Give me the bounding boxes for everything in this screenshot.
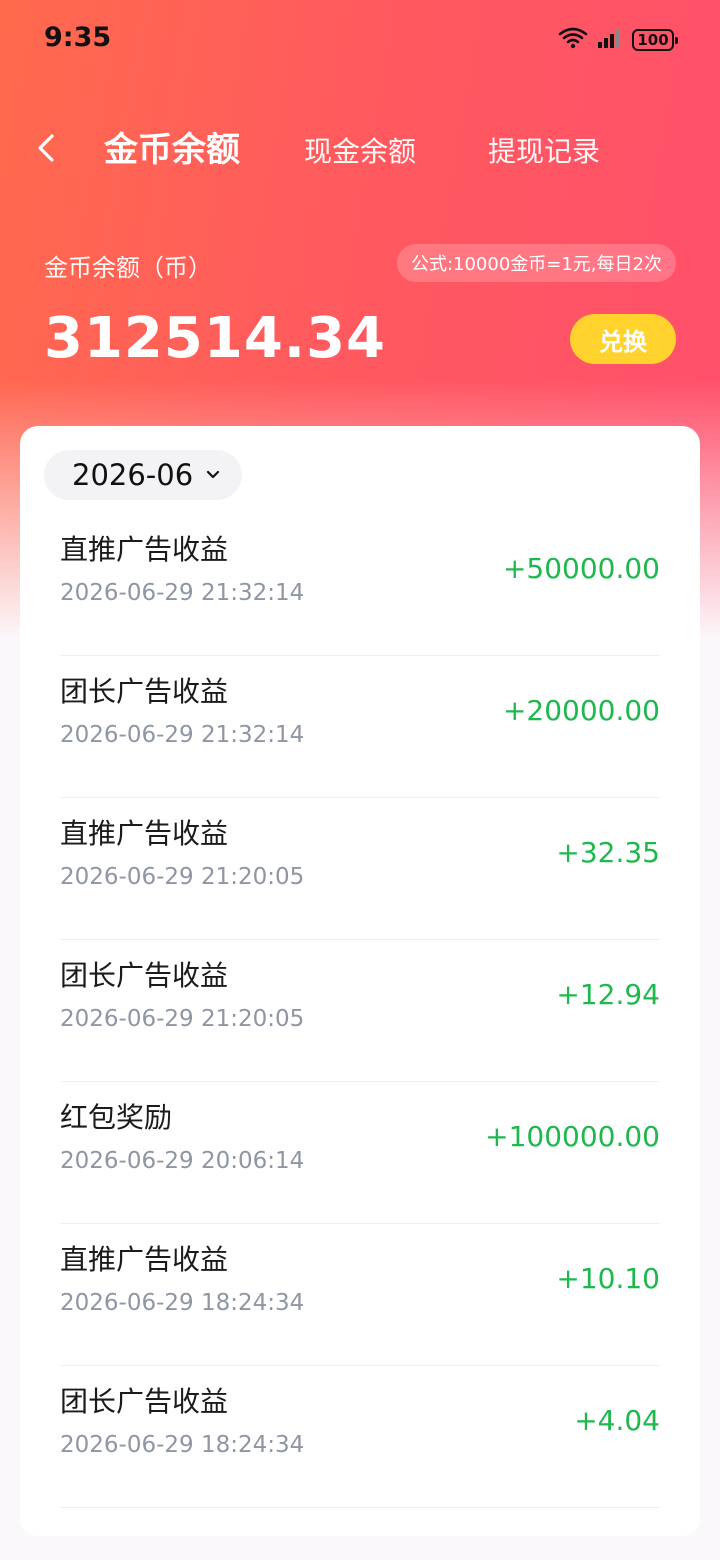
exchange-button[interactable]: 兑换 bbox=[570, 314, 676, 364]
record-title: 红包奖励 bbox=[60, 1101, 173, 1134]
record-amount: +12.94 bbox=[556, 978, 660, 1011]
list-item[interactable]: 团长广告收益 2026-06-29 21:32:14 +20000.00 bbox=[60, 656, 660, 798]
record-amount: +100000.00 bbox=[485, 1120, 660, 1153]
battery-level: 100 bbox=[637, 30, 669, 49]
record-time: 2026-06-29 18:24:34 bbox=[60, 1432, 305, 1458]
record-time: 2026-06-29 21:32:14 bbox=[60, 722, 305, 748]
signal-icon bbox=[596, 26, 624, 54]
balance-label: 金币余额（币） bbox=[44, 254, 212, 282]
record-amount: +32.35 bbox=[556, 836, 660, 869]
record-time: 2026-06-29 21:20:05 bbox=[60, 864, 305, 890]
month-value: 2026-06 bbox=[72, 458, 194, 492]
record-title: 直推广告收益 bbox=[60, 1243, 229, 1276]
record-time: 2026-06-29 21:32:14 bbox=[60, 580, 305, 606]
record-title: 直推广告收益 bbox=[60, 533, 229, 566]
list-item[interactable]: 直推广告收益 2026-06-29 21:32:14 +50000.00 bbox=[60, 514, 660, 656]
list-item[interactable]: 直推广告收益 2026-06-29 18:24:34 +10.10 bbox=[60, 1224, 660, 1366]
record-title: 直推广告收益 bbox=[60, 817, 229, 850]
balance-value: 312514.34 bbox=[44, 306, 386, 371]
status-icons: 100 bbox=[558, 26, 678, 54]
formula-badge: 公式:10000金币=1元,每日2次 bbox=[396, 244, 676, 282]
list-item[interactable]: 团长广告收益 2026-06-29 21:20:05 +12.94 bbox=[60, 940, 660, 1082]
record-amount: +10.10 bbox=[556, 1262, 660, 1295]
record-title: 团长广告收益 bbox=[60, 675, 229, 708]
records-list: 直推广告收益 2026-06-29 21:32:14 +50000.00 团长广… bbox=[60, 514, 660, 1508]
top-nav: 金币余额 现金余额 提现记录 bbox=[0, 110, 720, 190]
tab-cash-balance[interactable]: 现金余额 bbox=[304, 130, 416, 170]
record-time: 2026-06-29 20:06:14 bbox=[60, 1148, 305, 1174]
record-amount: +50000.00 bbox=[502, 552, 660, 585]
record-title: 团长广告收益 bbox=[60, 959, 229, 992]
wifi-icon bbox=[558, 26, 588, 54]
chevron-down-icon bbox=[207, 470, 220, 479]
tab-coin-balance[interactable]: 金币余额 bbox=[104, 122, 240, 171]
list-item[interactable]: 红包奖励 2026-06-29 20:06:14 +100000.00 bbox=[60, 1082, 660, 1224]
month-selector[interactable]: 2026-06 bbox=[44, 450, 242, 500]
back-button[interactable] bbox=[30, 128, 66, 168]
record-amount: +4.04 bbox=[574, 1404, 660, 1437]
records-card: 2026-06 直推广告收益 2026-06-29 21:32:14 +5000… bbox=[20, 426, 700, 1536]
record-amount: +20000.00 bbox=[502, 694, 660, 727]
record-time: 2026-06-29 21:20:05 bbox=[60, 1006, 305, 1032]
chevron-left-icon bbox=[38, 134, 54, 162]
tab-withdraw-records[interactable]: 提现记录 bbox=[488, 130, 600, 170]
list-item[interactable]: 团长广告收益 2026-06-29 18:24:34 +4.04 bbox=[60, 1366, 660, 1508]
record-title: 团长广告收益 bbox=[60, 1385, 229, 1418]
list-item[interactable]: 直推广告收益 2026-06-29 21:20:05 +32.35 bbox=[60, 798, 660, 940]
record-time: 2026-06-29 18:24:34 bbox=[60, 1290, 305, 1316]
status-bar: 9:35 100 bbox=[0, 0, 720, 80]
battery-icon: 100 bbox=[632, 29, 678, 51]
status-time: 9:35 bbox=[44, 22, 112, 53]
